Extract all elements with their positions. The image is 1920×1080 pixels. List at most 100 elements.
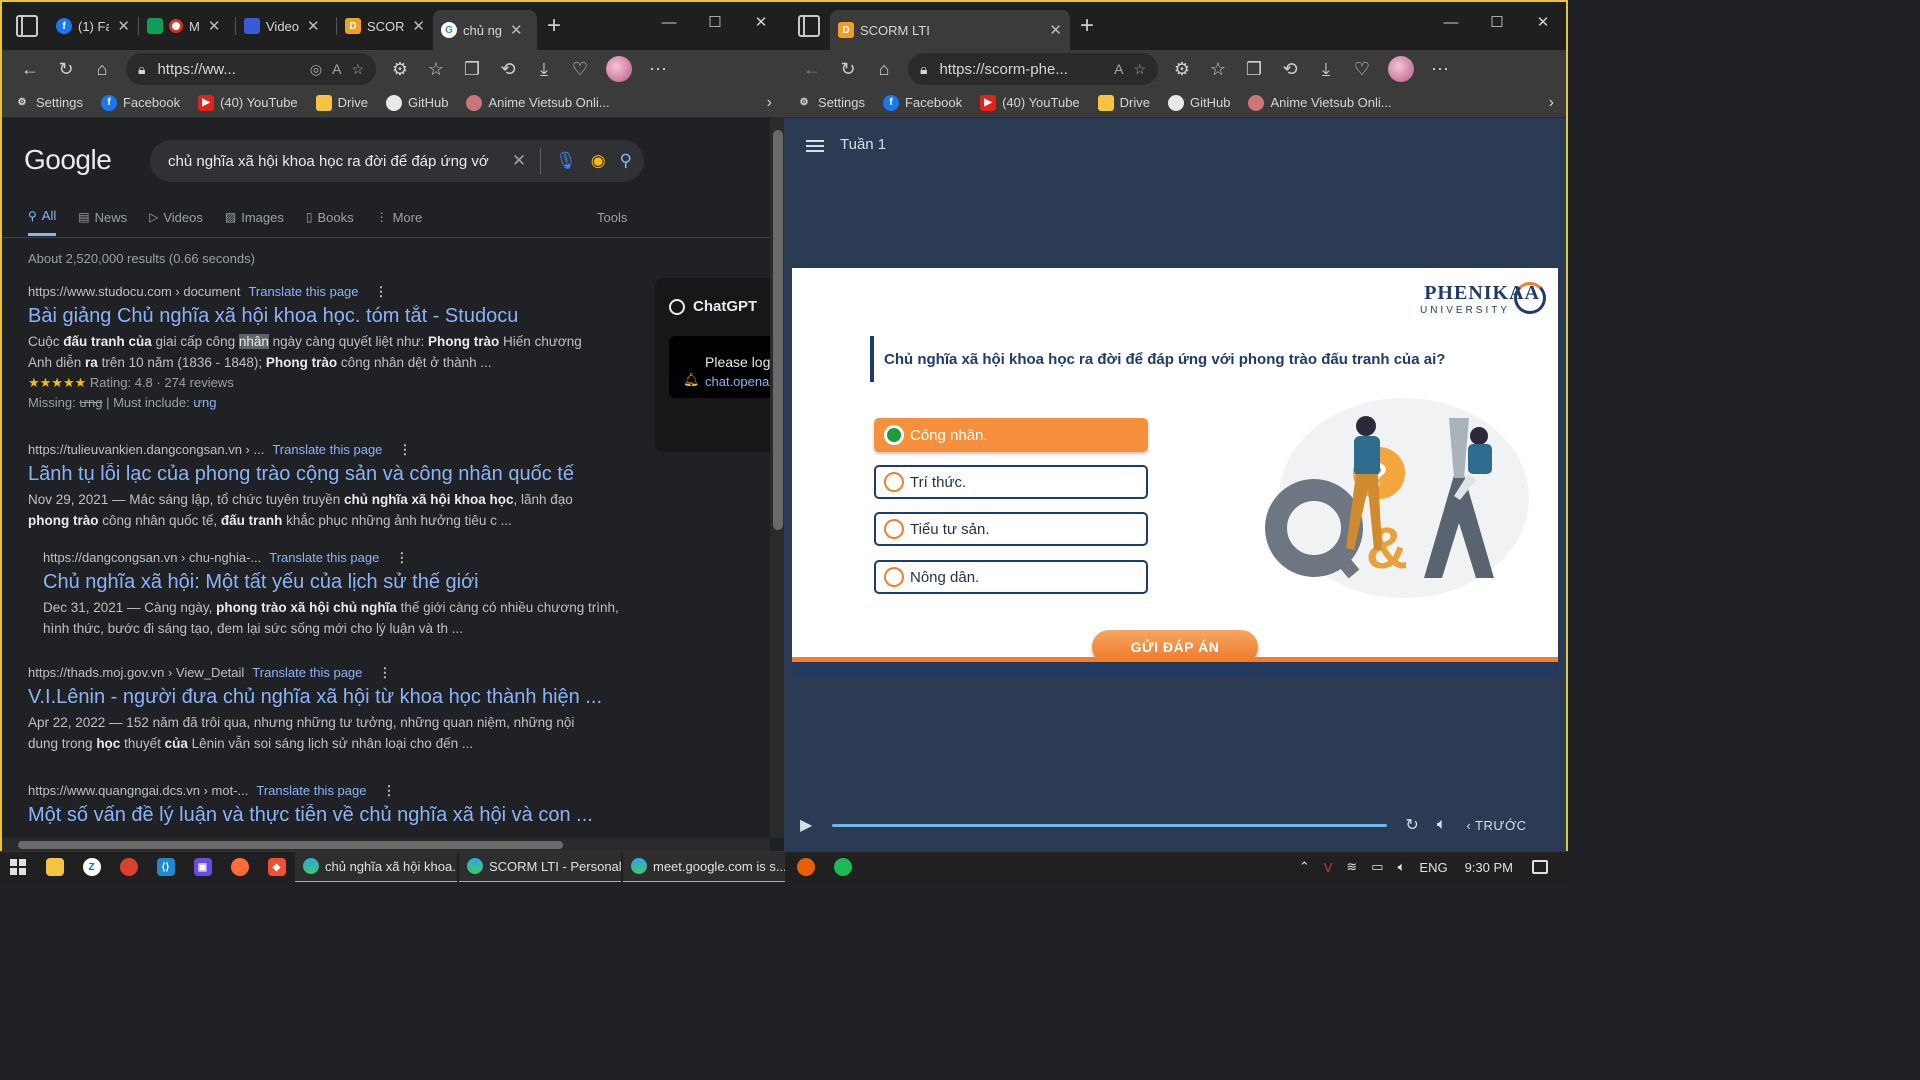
- chevron-right-icon[interactable]: ›: [1549, 94, 1554, 112]
- tab-facebook[interactable]: f (1) Fac ✕: [48, 9, 138, 43]
- taskbar-window-meet[interactable]: meet.google.com is s...: [623, 851, 785, 882]
- app-red-icon[interactable]: [110, 852, 147, 883]
- tools-button[interactable]: Tools: [597, 210, 627, 225]
- replay-icon[interactable]: ↻: [1405, 815, 1418, 835]
- tab-news[interactable]: ▤ News: [78, 208, 127, 236]
- read-aloud-icon[interactable]: A: [332, 61, 341, 77]
- battery-icon[interactable]: ▭: [1371, 859, 1383, 875]
- health-icon[interactable]: ♡: [562, 53, 598, 85]
- answer-option-4[interactable]: Nông dân.: [874, 560, 1148, 594]
- tab-all[interactable]: ⚲ All: [28, 208, 57, 236]
- search-box[interactable]: chủ nghĩa xã hội khoa học ra đời để đáp …: [150, 140, 644, 182]
- result-title[interactable]: Chủ nghĩa xã hội: Một tất yếu của lịch s…: [43, 571, 623, 594]
- search-icon[interactable]: ⚲: [620, 151, 632, 171]
- home-icon[interactable]: ⌂: [866, 53, 902, 85]
- clear-icon[interactable]: ✕: [512, 151, 526, 171]
- tab-meet[interactable]: M ✕: [139, 9, 235, 43]
- answer-option-1[interactable]: Công nhân.: [874, 418, 1148, 452]
- bookmark-youtube[interactable]: ▶ (40) YouTube: [198, 94, 298, 111]
- wifi-icon[interactable]: ≋: [1346, 859, 1357, 875]
- tab-more[interactable]: ⋮ More: [376, 208, 423, 236]
- result-title[interactable]: V.I.Lênin - người đưa chủ nghĩa xã hội t…: [28, 686, 608, 709]
- maximize-icon[interactable]: ☐: [692, 2, 738, 42]
- play-icon[interactable]: ▶: [800, 815, 812, 835]
- tab-images[interactable]: ▨ Images: [225, 208, 284, 236]
- answer-option-3[interactable]: Tiểu tư sản.: [874, 512, 1148, 546]
- home-icon[interactable]: ⌂: [84, 53, 120, 85]
- git-icon[interactable]: ◆: [258, 852, 295, 883]
- clock[interactable]: 9:30 PM: [1465, 860, 1513, 875]
- spotify-icon[interactable]: [824, 852, 861, 883]
- menu-icon[interactable]: [806, 140, 824, 152]
- result-title[interactable]: Bài giảng Chủ nghĩa xã hội khoa học. tóm…: [28, 305, 608, 328]
- favorites-icon[interactable]: ☆: [418, 53, 454, 85]
- horizontal-scrollbar[interactable]: [2, 838, 770, 851]
- new-tab-button[interactable]: +: [1080, 12, 1094, 40]
- close-icon[interactable]: ✕: [117, 17, 130, 35]
- back-icon[interactable]: ←: [794, 53, 830, 85]
- minimize-icon[interactable]: —: [1428, 2, 1474, 42]
- mic-icon[interactable]: 🎙︎: [555, 151, 577, 171]
- extensions-icon[interactable]: ⚙: [382, 53, 418, 85]
- bookmark-drive[interactable]: Drive: [315, 94, 368, 111]
- more-vert-icon[interactable]: ⋮: [375, 284, 388, 299]
- close-window-icon[interactable]: ✕: [738, 2, 784, 42]
- translate-link[interactable]: Translate this page: [248, 284, 358, 299]
- close-window-icon[interactable]: ✕: [1520, 2, 1566, 42]
- maximize-icon[interactable]: ☐: [1474, 2, 1520, 42]
- vertical-scrollbar[interactable]: [770, 118, 784, 838]
- health-icon[interactable]: ♡: [1344, 53, 1380, 85]
- collections-icon[interactable]: ❐: [1236, 53, 1272, 85]
- translate-link[interactable]: Translate this page: [272, 442, 382, 457]
- seek-bar[interactable]: [832, 823, 1388, 827]
- history-icon[interactable]: ⟲: [1272, 53, 1308, 85]
- bookmark-facebook[interactable]: f Facebook: [100, 94, 180, 111]
- vscode-icon[interactable]: ⟨⟩: [147, 852, 184, 883]
- radio-selected-icon[interactable]: [884, 425, 904, 445]
- favorites-icon[interactable]: ☆: [1200, 53, 1236, 85]
- radio-icon[interactable]: [884, 567, 904, 587]
- back-icon[interactable]: ←: [12, 53, 48, 85]
- location-icon[interactable]: ◎: [310, 61, 322, 78]
- radio-icon[interactable]: [884, 519, 904, 539]
- bookmark-settings[interactable]: ⚙ Settings: [14, 95, 83, 111]
- close-icon[interactable]: ✕: [208, 17, 221, 35]
- more-vert-icon[interactable]: ⋮: [395, 550, 408, 565]
- refresh-icon[interactable]: ↻: [48, 53, 84, 85]
- tab-video[interactable]: Video ✕: [236, 9, 336, 43]
- refresh-icon[interactable]: ↻: [830, 53, 866, 85]
- notification-icon[interactable]: [1532, 860, 1548, 874]
- tab-scorm-lti[interactable]: D SCORM LTI ✕: [830, 10, 1070, 50]
- camera-lens-icon[interactable]: ◉: [591, 151, 606, 171]
- speaker-icon[interactable]: 🔈︎: [1398, 859, 1406, 875]
- bookmark-drive[interactable]: Drive: [1097, 94, 1150, 111]
- close-icon[interactable]: ✕: [510, 21, 523, 39]
- google-logo[interactable]: Google: [24, 144, 112, 176]
- taskbar-window-scorm[interactable]: SCORM LTI - Personal ...: [459, 851, 621, 882]
- ide-icon[interactable]: ▣: [184, 852, 221, 883]
- favorite-add-icon[interactable]: ☆: [1133, 61, 1146, 78]
- start-button[interactable]: [0, 852, 36, 883]
- profile-avatar[interactable]: [1388, 56, 1414, 82]
- bookmark-anime[interactable]: Anime Vietsub Onli...: [1248, 94, 1392, 111]
- answer-option-2[interactable]: Trí thức.: [874, 465, 1148, 499]
- extensions-icon[interactable]: ⚙: [1164, 53, 1200, 85]
- profile-avatar[interactable]: [606, 56, 632, 82]
- postman-icon[interactable]: [221, 852, 258, 883]
- more-menu-icon[interactable]: ⋯: [1422, 53, 1458, 85]
- bookmark-settings[interactable]: ⚙ Settings: [796, 95, 865, 111]
- download-icon[interactable]: ⤓: [526, 53, 562, 85]
- bookmark-facebook[interactable]: f Facebook: [882, 94, 962, 111]
- more-vert-icon[interactable]: ⋮: [378, 665, 391, 680]
- bookmark-anime[interactable]: Anime Vietsub Onli...: [466, 94, 610, 111]
- language-indicator[interactable]: ENG: [1419, 860, 1447, 875]
- result-title[interactable]: Lãnh tụ lỗi lạc của phong trào cộng sản …: [28, 463, 608, 486]
- taskbar-window-search[interactable]: chủ nghĩa xã hội khoa...: [295, 851, 457, 882]
- zalo-icon[interactable]: Z: [73, 852, 110, 883]
- collections-icon[interactable]: ❐: [454, 53, 490, 85]
- address-bar[interactable]: 🔒︎ https://ww... ◎ A ☆: [126, 53, 376, 85]
- chatgpt-login-link[interactable]: chat.opena: [705, 374, 769, 389]
- favorite-add-icon[interactable]: ☆: [351, 61, 364, 78]
- tab-actions-icon[interactable]: [16, 15, 38, 37]
- minimize-icon[interactable]: —: [646, 2, 692, 42]
